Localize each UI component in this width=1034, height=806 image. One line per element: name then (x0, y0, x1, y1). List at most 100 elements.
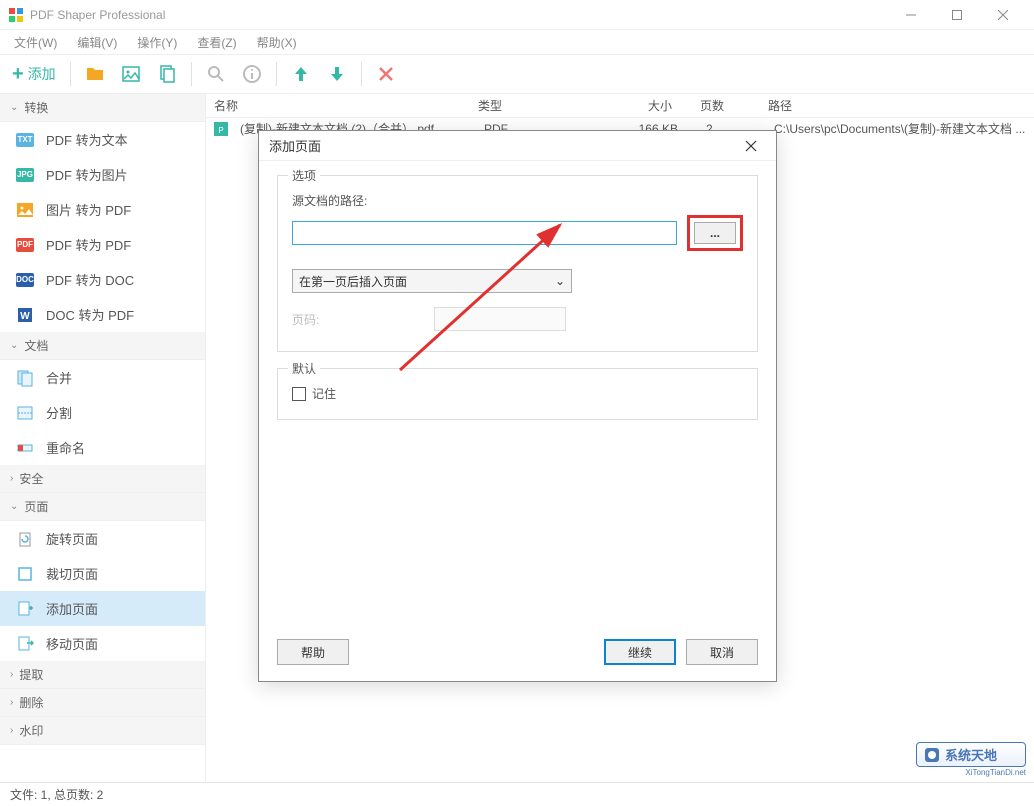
sidebar-group-extract[interactable]: ›提取 (0, 661, 205, 689)
image-icon (16, 201, 34, 219)
jpg-icon: JPG (16, 168, 34, 182)
chevron-right-icon: › (10, 669, 13, 680)
title-bar: PDF Shaper Professional (0, 0, 1034, 30)
add-button[interactable]: + 添加 (6, 58, 62, 90)
dialog-title: 添加页面 (269, 136, 321, 155)
sidebar-item-split[interactable]: 分割 (0, 395, 205, 430)
cell-path: C:\Users\pc\Documents\(复制)-新建文本文档 ... (766, 120, 1034, 137)
col-name[interactable]: 名称 (206, 97, 470, 114)
defaults-fieldset: 默认 记住 (277, 368, 758, 420)
source-path-label: 源文档的路径: (292, 192, 743, 209)
move-up-button[interactable] (285, 58, 317, 90)
menu-edit[interactable]: 编辑(V) (67, 31, 127, 54)
col-pages[interactable]: 页数 (680, 97, 760, 114)
page-number-input (434, 307, 566, 331)
add-button-label: 添加 (28, 64, 56, 84)
browse-button[interactable]: ... (694, 222, 736, 244)
doc-icon: DOC (16, 273, 34, 287)
arrow-down-icon (327, 64, 347, 84)
menu-help[interactable]: 帮助(X) (247, 31, 307, 54)
rotate-icon (16, 530, 34, 548)
menu-action[interactable]: 操作(Y) (127, 31, 187, 54)
search-button[interactable] (200, 58, 232, 90)
copy-button[interactable] (151, 58, 183, 90)
sidebar-item-crop-pages[interactable]: 裁切页面 (0, 556, 205, 591)
split-icon (16, 404, 34, 422)
app-icon (8, 7, 24, 23)
watermark: 系统天地 XiTongTianDi.net (916, 742, 1026, 778)
options-fieldset: 选项 源文档的路径: ... 在第一页后插入页面 ⌄ 页码: (277, 175, 758, 352)
source-path-input[interactable] (292, 221, 677, 245)
status-text: 文件: 1, 总页数: 2 (10, 786, 103, 803)
status-bar: 文件: 1, 总页数: 2 (0, 782, 1034, 806)
options-legend: 选项 (288, 167, 320, 184)
sidebar-group-delete[interactable]: ›删除 (0, 689, 205, 717)
continue-button[interactable]: 继续 (604, 639, 676, 665)
sidebar-item-pdf-to-pdf[interactable]: PDFPDF 转为 PDF (0, 227, 205, 262)
separator (191, 62, 192, 86)
watermark-text: 系统天地 (945, 745, 997, 764)
sidebar-item-doc-to-pdf[interactable]: WDOC 转为 PDF (0, 297, 205, 332)
add-page-icon (16, 600, 34, 618)
col-type[interactable]: 类型 (470, 97, 590, 114)
sidebar-group-security[interactable]: ›安全 (0, 465, 205, 493)
sidebar-group-pages[interactable]: ⌄页面 (0, 493, 205, 521)
separator (361, 62, 362, 86)
merge-icon (16, 369, 34, 387)
close-icon (745, 140, 757, 152)
page-number-label: 页码: (292, 311, 422, 328)
remove-icon (376, 64, 396, 84)
sidebar-item-add-pages[interactable]: 添加页面 (0, 591, 205, 626)
help-button[interactable]: 帮助 (277, 639, 349, 665)
search-icon (206, 64, 226, 84)
maximize-button[interactable] (934, 1, 980, 29)
minimize-button[interactable] (888, 1, 934, 29)
chevron-right-icon: › (10, 473, 13, 484)
folder-icon (85, 64, 105, 84)
remember-checkbox[interactable] (292, 387, 306, 401)
sidebar-group-document[interactable]: ⌄文档 (0, 332, 205, 360)
pdf-file-icon: P (214, 122, 228, 136)
chevron-down-icon: ⌄ (10, 501, 18, 512)
sidebar-group-watermark[interactable]: ›水印 (0, 717, 205, 745)
add-pages-dialog: 添加页面 选项 源文档的路径: ... 在第一页后插入页面 ⌄ 页码: (258, 130, 777, 682)
menu-file[interactable]: 文件(W) (4, 31, 67, 54)
chevron-down-icon: ⌄ (10, 340, 18, 351)
copy-icon (157, 64, 177, 84)
dialog-titlebar: 添加页面 (259, 131, 776, 161)
chevron-right-icon: › (10, 697, 13, 708)
window-title: PDF Shaper Professional (30, 8, 888, 22)
remove-button[interactable] (370, 58, 402, 90)
move-down-button[interactable] (321, 58, 353, 90)
sidebar-item-merge[interactable]: 合并 (0, 360, 205, 395)
sidebar-item-image-to-pdf[interactable]: 图片 转为 PDF (0, 192, 205, 227)
insert-mode-select[interactable]: 在第一页后插入页面 ⌄ (292, 269, 572, 293)
sidebar-item-rename[interactable]: 重命名 (0, 430, 205, 465)
cancel-button[interactable]: 取消 (686, 639, 758, 665)
move-page-icon (16, 635, 34, 653)
list-header: 名称 类型 大小 页数 路径 (206, 94, 1034, 118)
menu-bar: 文件(W) 编辑(V) 操作(Y) 查看(Z) 帮助(X) (0, 30, 1034, 54)
sidebar-item-rotate-pages[interactable]: 旋转页面 (0, 521, 205, 556)
dialog-close-button[interactable] (736, 131, 766, 161)
menu-view[interactable]: 查看(Z) (187, 31, 246, 54)
watermark-sub: XiTongTianDi.net (916, 768, 1026, 777)
sidebar-item-pdf-to-doc[interactable]: DOCPDF 转为 DOC (0, 262, 205, 297)
rename-icon (16, 439, 34, 457)
sidebar-item-pdf-to-image[interactable]: JPGPDF 转为图片 (0, 157, 205, 192)
folder-button[interactable] (79, 58, 111, 90)
defaults-legend: 默认 (288, 360, 320, 377)
info-button[interactable] (236, 58, 268, 90)
svg-text:P: P (218, 126, 223, 135)
word-icon: W (16, 306, 34, 324)
col-size[interactable]: 大小 (590, 97, 680, 114)
sidebar-item-pdf-to-text[interactable]: TXTPDF 转为文本 (0, 122, 205, 157)
sidebar-item-move-pages[interactable]: 移动页面 (0, 626, 205, 661)
sidebar: ⌄转换 TXTPDF 转为文本 JPGPDF 转为图片 图片 转为 PDF PD… (0, 94, 206, 782)
image-button[interactable] (115, 58, 147, 90)
watermark-icon (923, 746, 941, 764)
sidebar-group-convert[interactable]: ⌄转换 (0, 94, 205, 122)
chevron-right-icon: › (10, 725, 13, 736)
col-path[interactable]: 路径 (760, 97, 1034, 114)
close-button[interactable] (980, 1, 1026, 29)
